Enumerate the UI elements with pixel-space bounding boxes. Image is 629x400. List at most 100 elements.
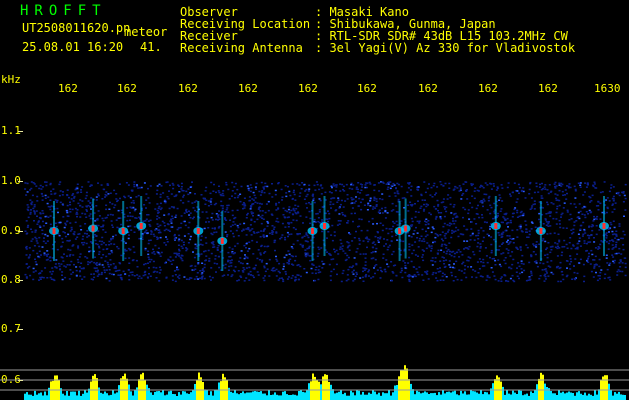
noise-pixel [75,266,78,268]
noise-pixel [521,271,524,274]
level-bar [252,391,254,400]
noise-pixel [210,267,213,269]
noise-pixel [83,276,86,278]
noise-pixel [124,257,127,260]
noise-pixel [569,202,572,205]
noise-pixel [105,191,108,193]
noise-pixel [189,186,192,188]
noise-pixel [579,186,582,188]
noise-pixel [86,233,88,235]
noise-pixel [463,248,465,250]
noise-pixel [285,195,288,198]
noise-pixel [503,259,506,262]
noise-pixel [264,251,267,253]
level-bar [530,391,532,400]
level-bar [130,391,132,400]
noise-pixel [231,214,234,217]
noise-pixel [133,183,136,186]
noise-pixel [116,226,119,229]
noise-pixel [396,190,399,192]
noise-pixel [288,190,291,193]
noise-pixel [189,277,192,279]
noise-pixel [491,271,494,273]
noise-pixel [34,229,37,232]
noise-pixel [431,257,434,259]
noise-pixel [102,219,105,222]
noise-pixel [559,280,562,283]
noise-pixel [220,200,223,203]
noise-pixel [158,231,161,233]
noise-pixel [108,208,111,210]
noise-pixel [98,251,101,253]
noise-pixel [460,270,463,272]
noise-pixel [294,255,297,258]
noise-pixel [95,218,98,221]
noise-pixel [381,207,383,210]
noise-pixel [408,256,411,259]
noise-pixel [119,197,121,200]
noise-pixel [218,210,221,212]
noise-pixel [144,249,147,251]
y-tick-mark [18,280,23,281]
noise-pixel [105,194,108,197]
noise-pixel [435,208,438,210]
noise-pixel [39,212,42,214]
noise-pixel [138,275,141,277]
noise-pixel [275,255,277,258]
noise-pixel [421,199,424,201]
noise-pixel [546,253,549,256]
noise-pixel [557,265,560,268]
noise-pixel [477,272,480,274]
noise-pixel [410,260,413,263]
noise-pixel [306,207,308,209]
noise-pixel [31,201,34,203]
noise-pixel [437,212,440,214]
noise-pixel [357,188,359,191]
noise-pixel [182,241,185,244]
noise-pixel [612,260,615,263]
noise-pixel [518,272,521,275]
noise-pixel [424,199,426,201]
noise-pixel [471,195,474,197]
noise-pixel [155,277,158,279]
noise-pixel [307,190,310,192]
noise-pixel [253,232,256,234]
noise-pixel [605,237,608,239]
noise-pixel [465,276,468,279]
noise-pixel [531,205,534,207]
noise-pixel [332,203,335,205]
noise-pixel [345,183,348,186]
noise-pixel [206,217,209,219]
noise-pixel [557,245,559,248]
noise-pixel [171,226,174,228]
noise-pixel [104,260,107,262]
noise-pixel [111,273,113,275]
noise-pixel [618,194,621,197]
noise-pixel [588,235,591,237]
level-bar [552,393,554,400]
noise-pixel [178,234,181,237]
noise-pixel [180,239,183,242]
noise-pixel [363,269,366,271]
noise-pixel [218,191,221,194]
noise-pixel [522,187,525,189]
noise-pixel [560,213,563,216]
noise-pixel [569,258,572,260]
noise-pixel [67,248,70,251]
noise-pixel [33,245,36,247]
noise-pixel [225,181,228,184]
noise-pixel [576,242,579,245]
noise-pixel [497,249,500,251]
noise-pixel [44,242,47,244]
noise-pixel [505,248,508,250]
noise-pixel [428,246,431,248]
level-bar [362,391,364,400]
noise-pixel [186,248,189,250]
level-bar [532,393,534,400]
noise-pixel [614,202,617,204]
noise-pixel [164,262,167,264]
noise-pixel [510,267,513,270]
level-bar [434,392,436,400]
level-bar [222,373,224,400]
noise-pixel [550,260,553,262]
